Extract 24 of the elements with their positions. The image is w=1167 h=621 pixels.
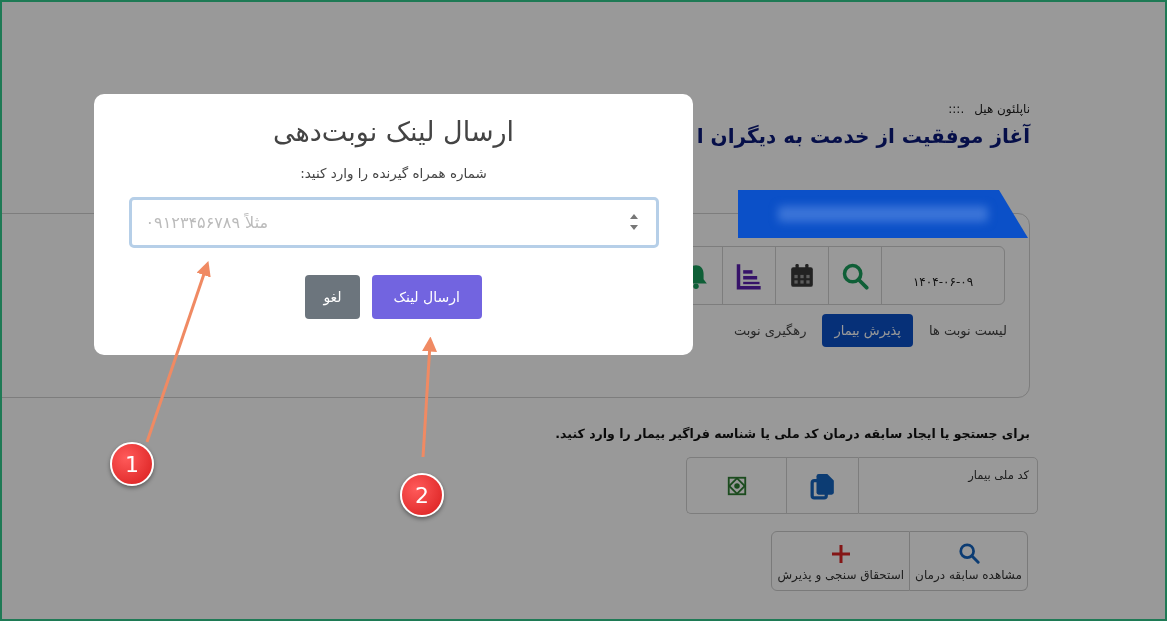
search-icon (957, 542, 980, 564)
emblem-icon[interactable] (725, 474, 748, 497)
action-button[interactable]: مشاهده سابقه درمان (910, 531, 1028, 591)
tab[interactable]: پذیرش بیمار (822, 314, 913, 347)
calendar-icon[interactable] (789, 261, 815, 290)
action-button[interactable]: استحقاق سنجی و پذیرش (771, 531, 911, 591)
tab[interactable]: لیست نوبت ها (916, 314, 1019, 347)
bar-chart-icon[interactable] (735, 261, 763, 290)
national-code-field[interactable]: کد ملی بیمار (858, 457, 1038, 514)
step-badge: 1 (110, 442, 154, 486)
step-badge: 2 (400, 473, 444, 517)
date-display: ۱۴۰۴-۰۶-۰۹ (911, 273, 975, 291)
phone-field[interactable]: مثلاً ۰۹۱۲۳۴۵۶۷۸۹ (128, 197, 659, 248)
plus-icon (830, 544, 851, 564)
dialog-title: ارسال لینک نوبت‌دهی (272, 116, 515, 147)
prompt-text: شماره همراه گیرنده را وارد کنید: (300, 165, 487, 181)
cancel-button[interactable]: لغو (305, 275, 360, 319)
send-link-button[interactable]: ارسال لینک (371, 275, 482, 319)
quote-author: ناپلئون هیل (974, 102, 1030, 116)
instruction-text: برای جستجو یا ایجاد سابقه درمان کد ملی یا شناسه فراگیر بیمار را وارد کنید. (555, 426, 1030, 441)
tab[interactable]: رهگیری نوبت (722, 314, 819, 347)
headline: آغاز موفقیت از خدمت به دیگران ا (696, 124, 1030, 148)
separator-text: .::: (948, 102, 965, 116)
search-icon[interactable] (841, 261, 869, 290)
